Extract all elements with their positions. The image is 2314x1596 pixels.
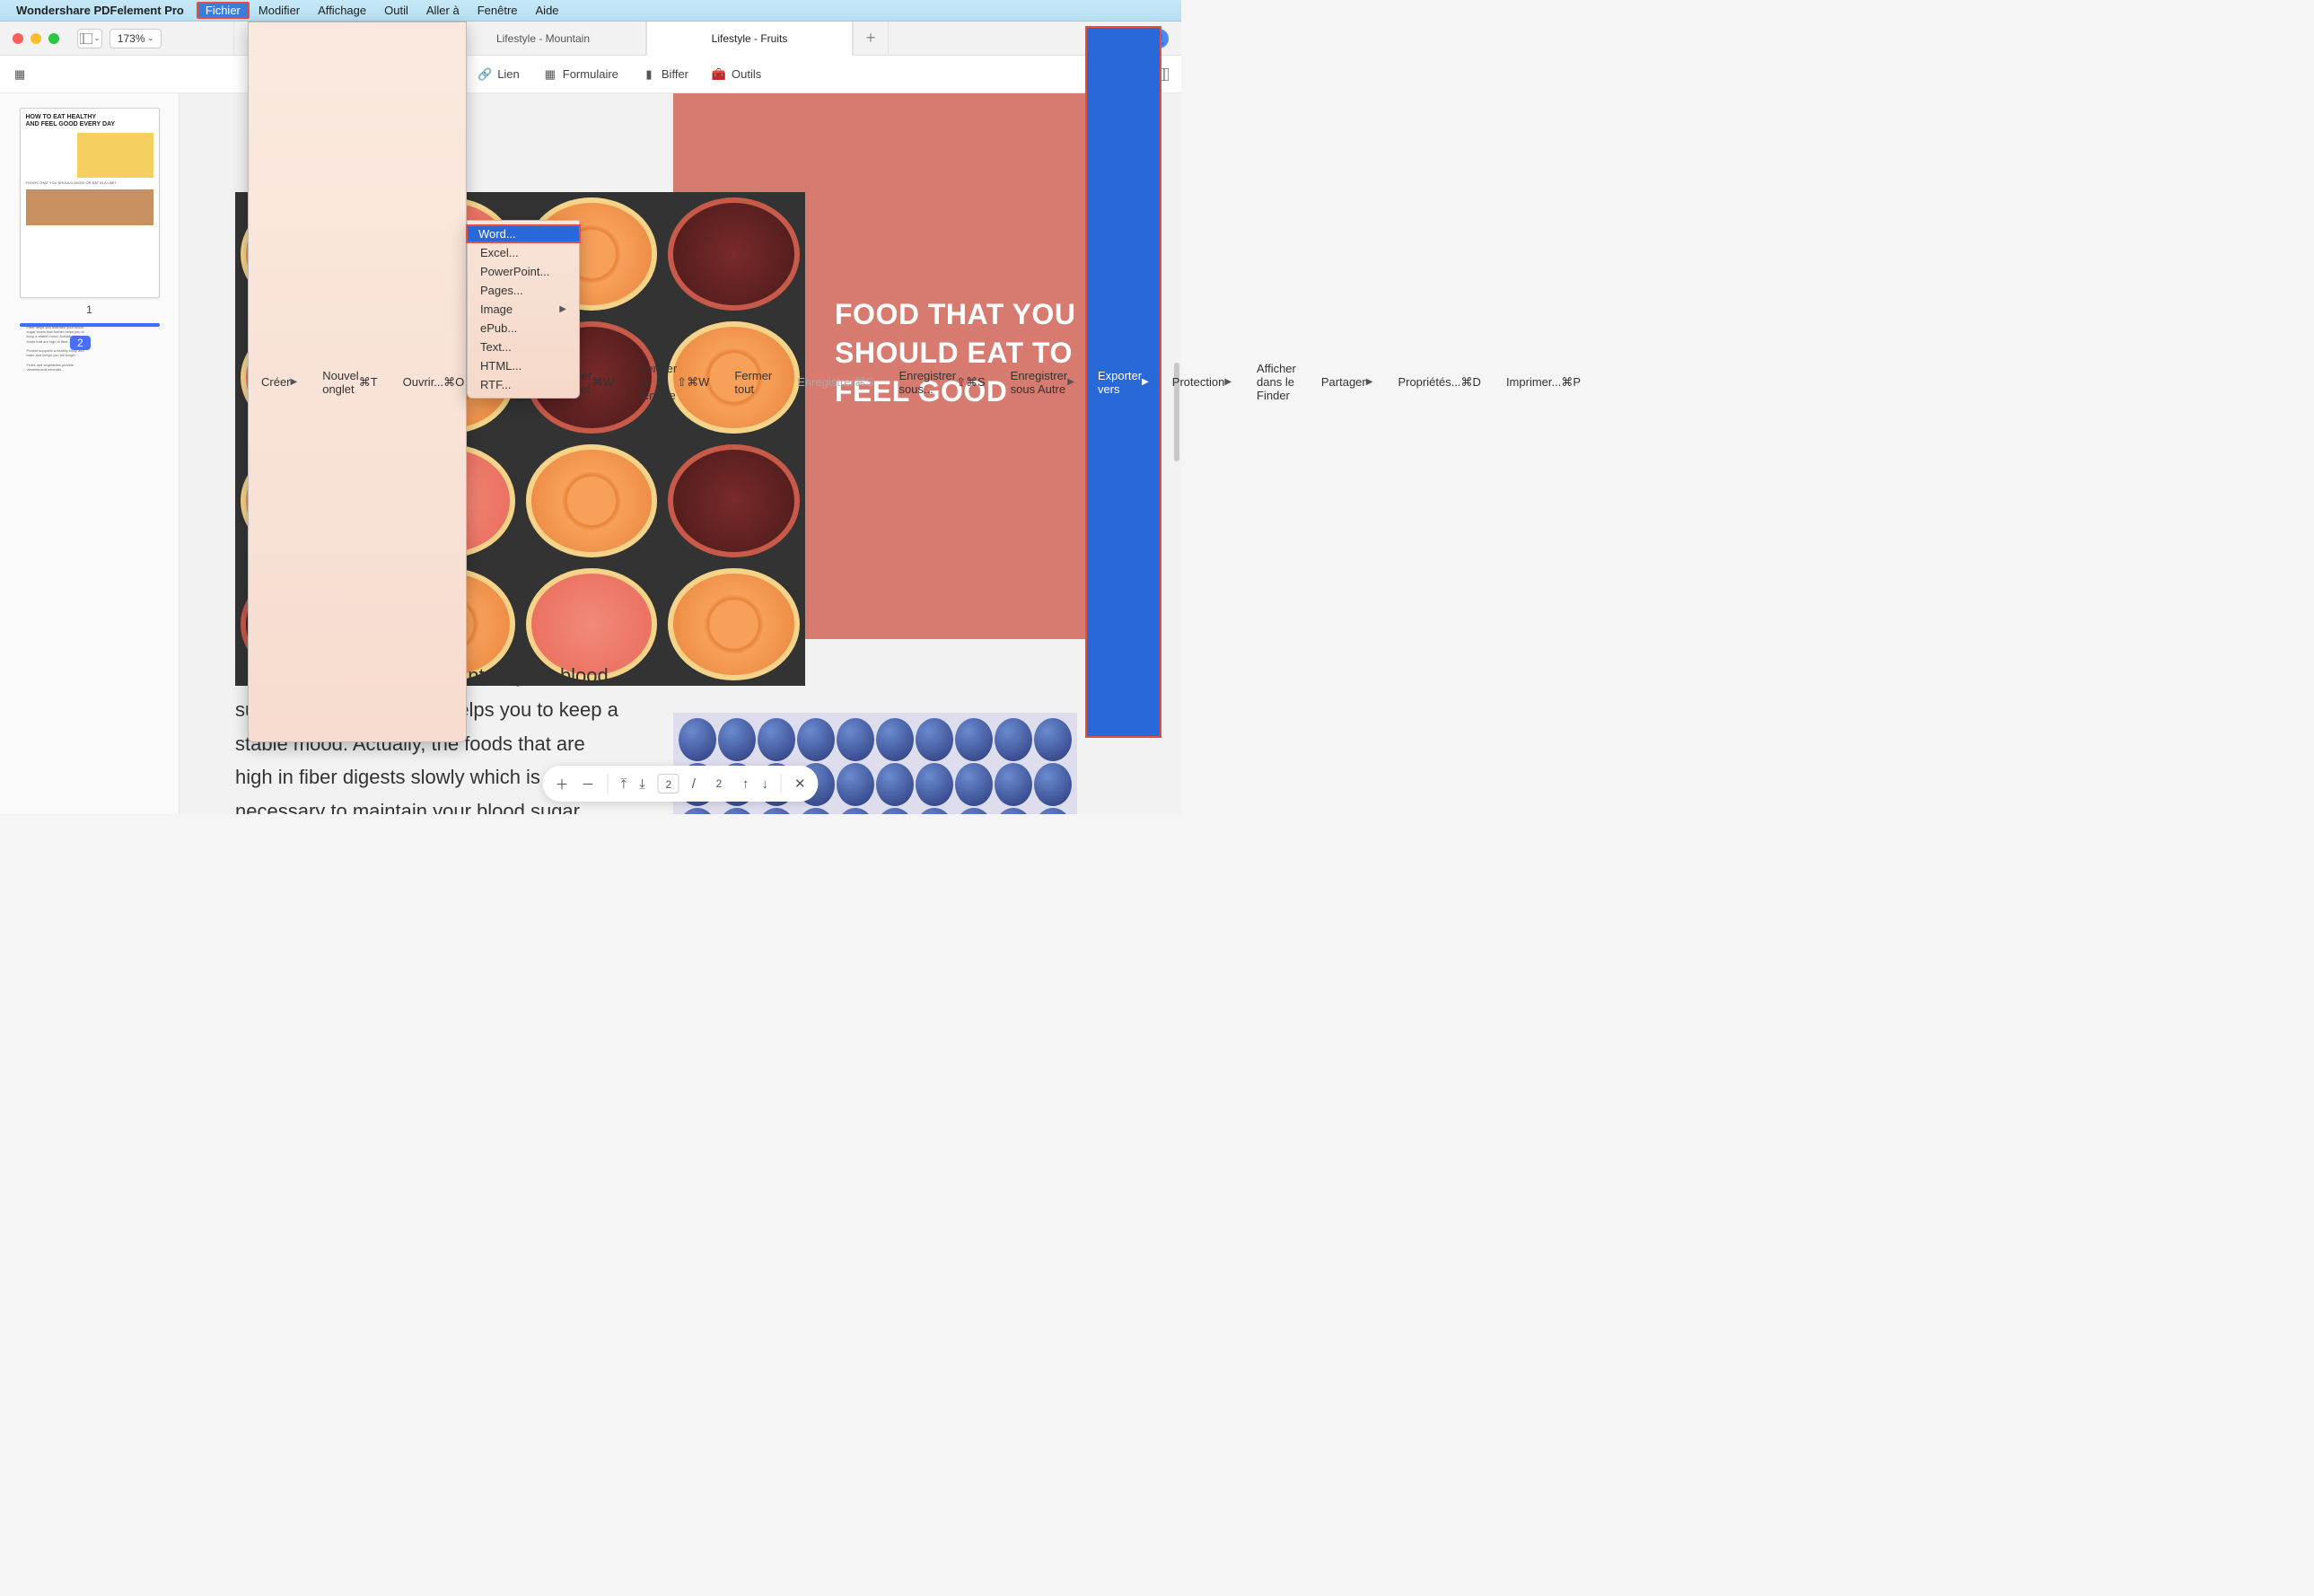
export-rtf[interactable]: RTF...: [468, 375, 579, 394]
export-pages[interactable]: Pages...: [468, 281, 579, 300]
page-sep: /: [692, 776, 696, 792]
macos-menubar: Wondershare PDFelement Pro Fichier Modif…: [0, 0, 1181, 22]
next-page-button[interactable]: ↓: [761, 776, 768, 792]
menu-proprietes[interactable]: Propriétés...⌘D: [1385, 26, 1493, 738]
menu-fermer-tout[interactable]: Fermer tout: [722, 26, 784, 738]
zoom-out-button[interactable]: －: [581, 775, 594, 794]
thumb1-heading-a: HOW TO EAT HEALTHY: [26, 114, 153, 121]
page-nav-toolbar: ＋ － ⤒ ⤓ 2 / 2 ↑ ↓ ✕: [542, 766, 818, 802]
close-floatbar-button[interactable]: ✕: [794, 776, 806, 792]
close-window-button[interactable]: [13, 33, 23, 44]
first-page-button[interactable]: ⤒: [621, 776, 627, 792]
menu-partager[interactable]: Partager▶: [1309, 26, 1386, 738]
zoom-in-button[interactable]: ＋: [555, 775, 568, 794]
menu-fichier[interactable]: Fichier: [197, 2, 250, 19]
menu-enregistrer: Enregistrer⌘S: [784, 26, 886, 738]
page-total: 2: [708, 774, 730, 794]
menu-allera[interactable]: Aller à: [417, 2, 469, 19]
menu-enregistrer-sous-autre[interactable]: Enregistrer sous Autre▶: [998, 26, 1087, 738]
export-epub[interactable]: ePub...: [468, 319, 579, 338]
minimize-window-button[interactable]: [31, 33, 41, 44]
export-image[interactable]: Image▶: [468, 300, 579, 319]
zoom-level-select[interactable]: 173%⌄: [110, 29, 162, 48]
menu-nouvel-onglet[interactable]: Nouvel onglet⌘T: [310, 26, 390, 738]
menu-affichage[interactable]: Affichage: [309, 2, 375, 19]
thumb1-sub: FOODS THAT YOU SHOULD AVOID OR EAT IN A …: [26, 181, 153, 186]
menu-ouvrir[interactable]: Ouvrir...⌘O: [390, 26, 478, 738]
menu-fenetre[interactable]: Fenêtre: [469, 2, 527, 19]
page-thumbnail-2[interactable]: Fiber helps you maintain your blood suga…: [20, 323, 160, 327]
menu-imprimer[interactable]: Imprimer...⌘P: [1494, 26, 1593, 738]
exporter-vers-submenu: Word... Excel... PowerPoint... Pages... …: [467, 220, 580, 399]
app-name: Wondershare PDFelement Pro: [16, 4, 184, 17]
menu-aide[interactable]: Aide: [527, 2, 568, 19]
thumbnail-panel: HOW TO EAT HEALTHY AND FEEL GOOD EVERY D…: [0, 93, 180, 814]
export-powerpoint[interactable]: PowerPoint...: [468, 262, 579, 281]
thumb1-label: 1: [7, 303, 171, 316]
menu-exporter-vers[interactable]: Exporter vers▶: [1085, 26, 1161, 738]
export-text[interactable]: Text...: [468, 338, 579, 356]
prev-page-button[interactable]: ↑: [742, 776, 749, 792]
export-html[interactable]: HTML...: [468, 356, 579, 375]
export-excel[interactable]: Excel...: [468, 243, 579, 262]
zoom-value: 173%: [118, 32, 145, 45]
grid-icon: ▦: [13, 67, 27, 82]
menu-afficher-finder[interactable]: Afficher dans le Finder: [1244, 26, 1309, 738]
page-current-input[interactable]: 2: [658, 774, 679, 794]
fichier-dropdown: Créer▶ Nouvel onglet⌘T Ouvrir...⌘O Ouvri…: [248, 22, 467, 742]
menu-enregistrer-sous[interactable]: Enregistrer sous...⇧⌘S: [887, 26, 998, 738]
menu-outil[interactable]: Outil: [375, 2, 417, 19]
menu-creer[interactable]: Créer▶: [249, 26, 310, 738]
toolbar-view-grid[interactable]: ▦: [13, 67, 27, 82]
zoom-window-button[interactable]: [48, 33, 59, 44]
traffic-lights: [13, 33, 59, 44]
menu-modifier[interactable]: Modifier: [250, 2, 309, 19]
menu-protection[interactable]: Protection▶: [1160, 26, 1244, 738]
menu-fermer-fenetre[interactable]: Fermer la fenêtre⇧⌘W: [627, 26, 722, 738]
last-page-button[interactable]: ⤓: [639, 776, 645, 792]
thumb1-heading-b: AND FEEL GOOD EVERY DAY: [26, 121, 153, 128]
export-word[interactable]: Word...: [466, 224, 581, 243]
page-thumbnail-1[interactable]: HOW TO EAT HEALTHY AND FEEL GOOD EVERY D…: [20, 108, 160, 298]
sidebar-toggle-button[interactable]: ⌄: [77, 29, 102, 48]
